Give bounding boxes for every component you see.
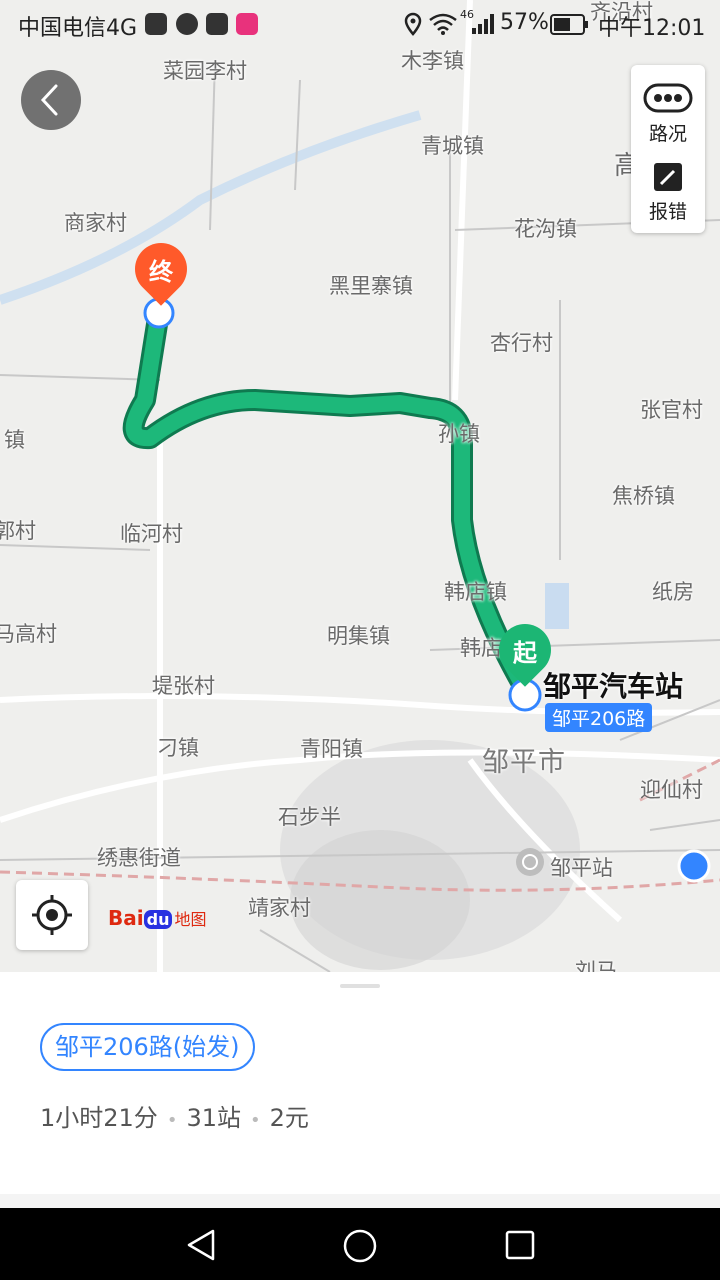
route-sheet[interactable]: 邹平206路(始发) 1小时21分 • 31站 • 2元	[0, 972, 720, 1194]
sheet-handle[interactable]	[340, 984, 380, 988]
location-icon	[404, 12, 422, 36]
station-icon	[516, 848, 544, 876]
place-label: 张官村	[640, 398, 703, 422]
report-label: 报错	[648, 201, 687, 223]
locate-me-button[interactable]	[16, 880, 88, 950]
back-nav-icon[interactable]	[185, 1228, 217, 1262]
place-label: 孙镇	[438, 422, 480, 446]
place-label: 韩店	[460, 636, 502, 660]
route-name-tag[interactable]: 邹平206路(始发)	[40, 1023, 255, 1071]
city-label: 邹平市	[482, 747, 566, 778]
place-label: 商家村	[64, 211, 127, 235]
end-marker-label: 终	[149, 258, 173, 286]
baidu-map-logo: Bai du 地图	[108, 906, 207, 930]
place-label: 焦桥镇	[612, 484, 675, 508]
place-label: 临河村	[120, 522, 183, 546]
qq-icon	[176, 13, 198, 35]
place-label: 石步半	[278, 805, 341, 829]
place-label: 杏行村	[490, 331, 553, 355]
start-station-name[interactable]: 邹平汽车站	[543, 665, 683, 705]
place-label: 刘马	[575, 959, 617, 972]
place-label: 花沟镇	[514, 217, 577, 241]
place-label: 堤张村	[152, 674, 215, 698]
traffic-label: 路况	[648, 123, 687, 145]
place-label: 菜园李村	[163, 59, 247, 83]
map-view[interactable]: 齐沿村 菜园李村 木李镇 青城镇 高 花沟镇 商家村 黑里寨镇 杏行村 张官村 …	[0, 0, 720, 972]
place-label: 迎仙村	[640, 778, 703, 802]
place-label: 靖家村	[248, 896, 311, 920]
place-label: 刁镇	[157, 736, 199, 760]
tiktok-icon	[206, 13, 228, 35]
carrier-label: 中国电信4G	[18, 16, 138, 41]
back-button[interactable]	[21, 70, 81, 130]
battery-percent: 57%	[500, 10, 549, 35]
current-location-dot	[677, 849, 711, 883]
place-label: 邹平站	[550, 856, 613, 880]
traffic-button[interactable]: 路况	[631, 65, 705, 149]
youku-icon	[236, 13, 258, 35]
place-label: 郭村	[0, 519, 36, 543]
wifi-icon	[429, 13, 457, 35]
clock: 中午12:01	[598, 16, 706, 41]
home-nav-icon[interactable]	[342, 1228, 378, 1264]
chevron-left-icon	[40, 84, 58, 116]
place-label: 青阳镇	[300, 737, 363, 761]
battery-icon	[550, 14, 588, 35]
map-tools-panel: 路况 报错	[631, 65, 705, 233]
place-label: 纸房	[652, 580, 694, 604]
route-badge: 邹平206路	[545, 703, 653, 732]
route-stops: 31站	[186, 1104, 241, 1132]
edit-icon	[654, 163, 682, 191]
signal-icon	[472, 14, 494, 34]
place-label: 韩店镇	[444, 580, 507, 604]
route-meta: 1小时21分 • 31站 • 2元	[40, 1104, 309, 1132]
status-bar: 中国电信4G 46 57% 中午12:01	[0, 0, 720, 50]
recents-nav-icon[interactable]	[504, 1229, 536, 1261]
place-label: 绣惠街道	[97, 846, 181, 870]
crosshair-icon	[32, 895, 72, 935]
route-fare: 2元	[269, 1104, 309, 1132]
report-error-button[interactable]: 报错	[631, 149, 705, 233]
route-duration: 1小时21分	[40, 1104, 158, 1132]
system-nav-bar	[0, 1208, 720, 1280]
place-label: 镇	[4, 428, 25, 452]
place-label: 青城镇	[421, 134, 484, 158]
baidu-app-icon	[145, 13, 167, 35]
place-label: 黑里寨镇	[329, 274, 413, 298]
place-label: 明集镇	[327, 624, 390, 648]
start-marker-label: 起	[513, 639, 537, 667]
place-label: 马高村	[0, 622, 57, 646]
